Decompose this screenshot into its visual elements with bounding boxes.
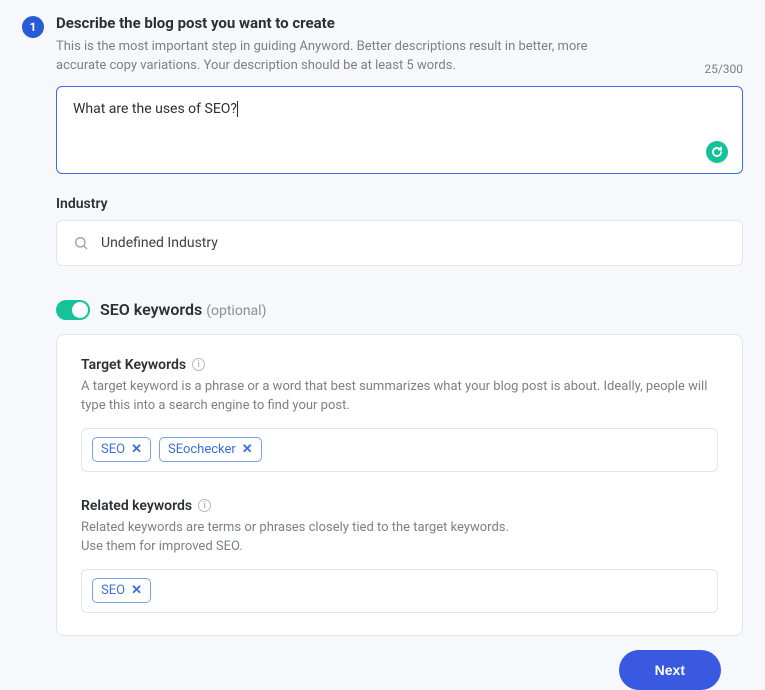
keyword-tag: SEO ✕ (92, 578, 151, 603)
keyword-tag-label: SEO (101, 442, 125, 457)
info-icon[interactable]: i (192, 358, 205, 371)
seo-optional-label: (optional) (206, 303, 266, 319)
remove-tag-icon[interactable]: ✕ (242, 442, 253, 457)
info-icon[interactable]: i (198, 499, 211, 512)
keyword-tag-label: SEO (101, 583, 125, 598)
related-keywords-input[interactable]: SEO ✕ (81, 569, 718, 613)
step-description: This is the most important step in guidi… (56, 38, 616, 76)
target-keywords-desc: A target keyword is a phrase or a word t… (81, 377, 718, 416)
related-keywords-desc: Related keywords are terms or phrases cl… (81, 518, 718, 557)
industry-value: Undefined Industry (101, 235, 218, 251)
remove-tag-icon[interactable]: ✕ (131, 583, 142, 598)
target-keywords-input[interactable]: SEO ✕ SEochecker ✕ (81, 428, 718, 472)
seo-toggle[interactable] (56, 300, 90, 320)
related-keywords-heading: Related keywords (81, 498, 192, 514)
keyword-tag: SEO ✕ (92, 437, 151, 462)
description-textarea[interactable]: What are the uses of SEO? (56, 86, 743, 174)
step-number-badge: 1 (22, 16, 44, 38)
keyword-tag: SEochecker ✕ (159, 437, 262, 462)
keyword-tag-label: SEochecker (168, 442, 236, 457)
description-value: What are the uses of SEO? (73, 101, 237, 117)
remove-tag-icon[interactable]: ✕ (131, 442, 142, 457)
next-button[interactable]: Next (619, 650, 721, 690)
step-title: Describe the blog post you want to creat… (56, 14, 743, 32)
search-icon (73, 235, 89, 251)
seo-keywords-title: SEO keywords (100, 300, 202, 319)
keywords-panel: Target Keywords i A target keyword is a … (56, 334, 743, 636)
industry-label: Industry (56, 196, 743, 212)
industry-select[interactable]: Undefined Industry (56, 220, 743, 266)
text-cursor (237, 101, 238, 117)
char-count: 25/300 (704, 62, 743, 76)
grammarly-icon[interactable] (706, 141, 728, 163)
target-keywords-heading: Target Keywords (81, 357, 186, 373)
